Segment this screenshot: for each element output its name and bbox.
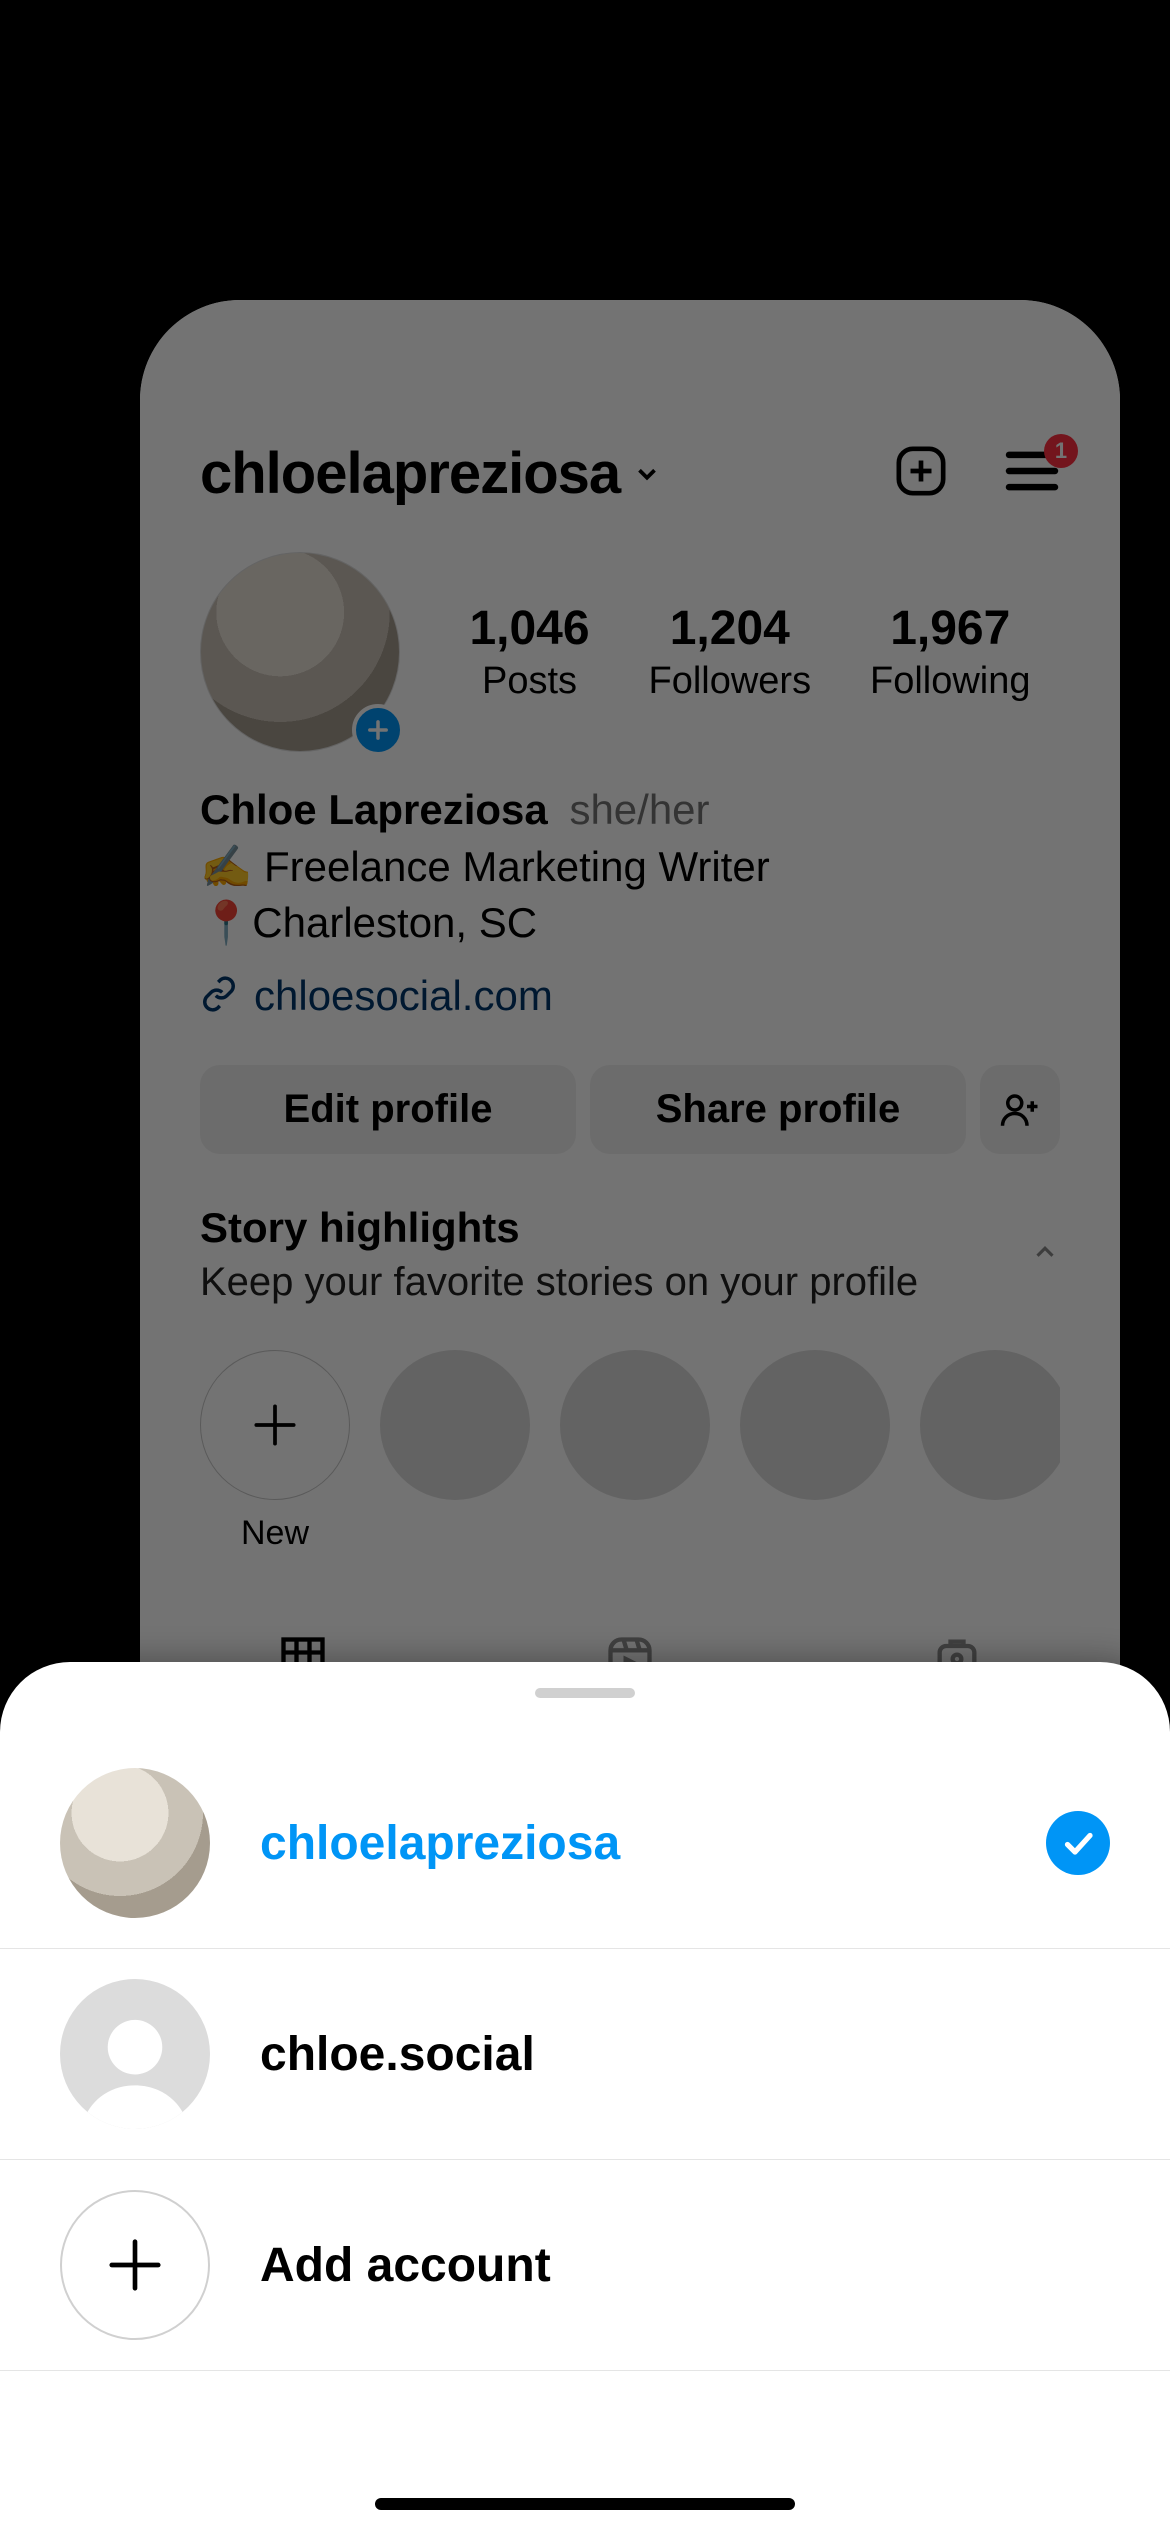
- bio: Chloe Lapreziosa she/her ✍️ Freelance Ma…: [140, 752, 1120, 952]
- stats-row: 1,046 Posts 1,204 Followers 1,967 Follow…: [140, 507, 1120, 752]
- highlight-placeholder: [920, 1350, 1060, 1553]
- chevron-down-icon: [632, 459, 662, 489]
- display-name: Chloe Lapreziosa: [200, 786, 548, 833]
- account-switcher-sheet: chloelapreziosa chloe.social Add account: [0, 1662, 1170, 2532]
- bio-link-text: chloesocial.com: [254, 972, 553, 1020]
- notifications-badge: 1: [1044, 434, 1078, 468]
- sheet-grabber[interactable]: [535, 1688, 635, 1698]
- followers-stat[interactable]: 1,204 Followers: [648, 601, 811, 703]
- highlight-placeholder: [740, 1350, 890, 1553]
- profile-buttons: Edit profile Share profile: [140, 1020, 1120, 1154]
- stats: 1,046 Posts 1,204 Followers 1,967 Follow…: [440, 601, 1060, 703]
- account-avatar: [60, 1768, 210, 1918]
- add-story-button[interactable]: [352, 704, 404, 756]
- following-stat[interactable]: 1,967 Following: [870, 601, 1031, 703]
- account-option[interactable]: chloe.social: [0, 1949, 1170, 2160]
- profile-avatar[interactable]: [200, 552, 400, 752]
- highlight-placeholder: [560, 1350, 710, 1553]
- username-switcher[interactable]: chloelapreziosa: [200, 440, 662, 507]
- add-highlight-button[interactable]: New: [200, 1350, 350, 1553]
- plus-icon: [60, 2190, 210, 2340]
- link-icon: [200, 975, 238, 1018]
- bio-line-2: 📍Charleston, SC: [200, 895, 1060, 952]
- selected-check-icon: [1046, 1811, 1110, 1875]
- menu-button[interactable]: 1: [1004, 448, 1060, 499]
- add-account-button[interactable]: Add account: [0, 2160, 1170, 2371]
- create-post-button[interactable]: [893, 443, 949, 504]
- account-avatar-placeholder: [60, 1979, 210, 2129]
- account-name: chloe.social: [260, 2027, 1110, 2082]
- home-indicator: [375, 2498, 795, 2510]
- highlights-row: New: [200, 1305, 1060, 1553]
- account-name: chloelapreziosa: [260, 1816, 996, 1871]
- highlights-subtitle: Keep your favorite stories on your profi…: [200, 1260, 918, 1305]
- bio-line-1: ✍️ Freelance Marketing Writer: [200, 839, 1060, 896]
- bio-link[interactable]: chloesocial.com: [140, 952, 1120, 1020]
- posts-stat[interactable]: 1,046 Posts: [469, 601, 589, 703]
- chevron-up-icon[interactable]: [1030, 1237, 1060, 1272]
- pronouns: she/her: [569, 786, 709, 833]
- edit-profile-button[interactable]: Edit profile: [200, 1065, 576, 1154]
- share-profile-button[interactable]: Share profile: [590, 1065, 966, 1154]
- add-account-label: Add account: [260, 2238, 1110, 2293]
- story-highlights: Story highlights Keep your favorite stor…: [140, 1154, 1120, 1553]
- account-option-current[interactable]: chloelapreziosa: [0, 1738, 1170, 1949]
- username-text: chloelapreziosa: [200, 440, 620, 507]
- highlight-placeholder: [380, 1350, 530, 1553]
- discover-people-button[interactable]: [980, 1065, 1060, 1154]
- highlights-title: Story highlights: [200, 1204, 918, 1252]
- profile-header: chloelapreziosa 1: [140, 300, 1120, 507]
- header-actions: 1: [893, 443, 1060, 504]
